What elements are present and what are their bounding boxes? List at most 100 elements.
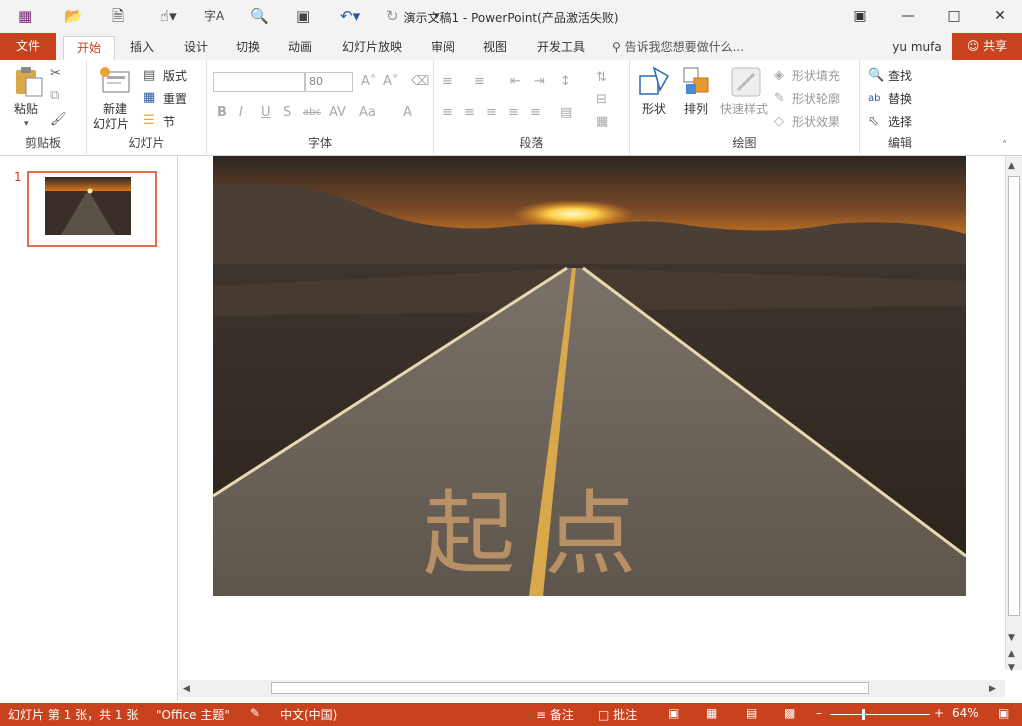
increase-indent-icon[interactable]: ⇥ bbox=[534, 74, 545, 90]
paste-dropdown-icon[interactable]: ▾ bbox=[24, 116, 29, 132]
share-button[interactable]: ☺ 共享 bbox=[952, 33, 1022, 60]
bullets-icon[interactable]: ≡ bbox=[442, 74, 453, 90]
new-slide-label2[interactable]: 幻灯片 bbox=[93, 115, 129, 132]
zoom-slider-track[interactable] bbox=[830, 714, 930, 715]
scroll-down-icon[interactable]: ▼ bbox=[1008, 630, 1015, 646]
text-direction-icon[interactable]: ⇅ bbox=[596, 70, 607, 86]
scroll-left-icon[interactable]: ◀ bbox=[183, 681, 190, 697]
tab-file[interactable]: 文件 bbox=[0, 33, 56, 60]
new-slide-icon[interactable] bbox=[99, 66, 131, 98]
shape-fill-button[interactable]: 形状填充 bbox=[792, 67, 840, 84]
next-slide-icon[interactable]: ▼ bbox=[1008, 660, 1015, 676]
bold-icon[interactable]: B bbox=[217, 105, 227, 121]
underline-icon[interactable]: U bbox=[261, 105, 271, 121]
zoom-in-icon[interactable]: + bbox=[934, 706, 944, 720]
line-spacing-icon[interactable]: ↕ bbox=[560, 74, 571, 90]
align-right-icon[interactable]: ≡ bbox=[486, 105, 497, 121]
section-button[interactable]: 节 bbox=[163, 113, 175, 130]
tab-view[interactable]: 视图 bbox=[472, 36, 518, 60]
align-left-icon[interactable]: ≡ bbox=[442, 105, 453, 121]
shapes-button[interactable]: 形状 bbox=[642, 100, 666, 117]
font-size-combo[interactable]: 80 bbox=[305, 72, 353, 92]
select-button[interactable]: 选择 bbox=[888, 113, 912, 130]
reset-icon[interactable]: ▦ bbox=[143, 90, 155, 106]
slide-edit-area[interactable]: 起 点 bbox=[179, 156, 1005, 670]
zoom-level[interactable]: 64% bbox=[952, 706, 979, 720]
maximize-icon[interactable]: □ bbox=[939, 4, 969, 28]
select-icon[interactable]: ⬁ bbox=[868, 114, 879, 130]
tab-design[interactable]: 设计 bbox=[172, 36, 220, 60]
grow-font-icon[interactable]: A˄ bbox=[361, 74, 376, 90]
tab-transitions[interactable]: 切换 bbox=[224, 36, 272, 60]
language-status[interactable]: 中文(中国) bbox=[280, 706, 337, 723]
road-sunset-image[interactable]: 起 点 bbox=[213, 156, 966, 596]
shape-effects-button[interactable]: 形状效果 bbox=[792, 113, 840, 130]
arrange-icon[interactable] bbox=[682, 66, 714, 98]
decrease-indent-icon[interactable]: ⇤ bbox=[510, 74, 521, 90]
minimize-icon[interactable]: — bbox=[893, 4, 923, 28]
arrange-button[interactable]: 排列 bbox=[684, 100, 708, 117]
align-center-icon[interactable]: ≡ bbox=[464, 105, 475, 121]
smartart-icon[interactable]: ▦ bbox=[596, 114, 608, 130]
cut-icon[interactable]: ✂ bbox=[50, 66, 61, 82]
align-text-icon[interactable]: ⊟ bbox=[596, 92, 607, 108]
close-icon[interactable]: ✕ bbox=[985, 4, 1015, 28]
distributed-icon[interactable]: ≡ bbox=[530, 105, 541, 121]
char-spacing-icon[interactable]: AV bbox=[329, 105, 346, 121]
font-name-combo[interactable] bbox=[213, 72, 305, 92]
collapse-ribbon-icon[interactable]: ˄ bbox=[1002, 138, 1007, 154]
vertical-scrollbar[interactable]: ▲ ▼ ▲ ▼ bbox=[1005, 156, 1022, 673]
shape-outline-button[interactable]: 形状轮廓 bbox=[792, 90, 840, 107]
clear-format-icon[interactable]: ⌫ bbox=[411, 74, 429, 90]
zoom-slider-thumb[interactable] bbox=[862, 709, 865, 720]
replace-icon[interactable]: ab bbox=[868, 91, 880, 107]
find-icon[interactable]: 🔍 bbox=[868, 68, 884, 84]
comments-button[interactable]: □ 批注 bbox=[598, 706, 637, 723]
format-painter-icon[interactable]: 🖌 bbox=[50, 112, 67, 128]
horizontal-scroll-thumb[interactable] bbox=[271, 682, 869, 694]
tab-review[interactable]: 审阅 bbox=[420, 36, 466, 60]
reading-view-icon[interactable]: ▤ bbox=[746, 706, 757, 720]
numbering-icon[interactable]: ≡ bbox=[474, 74, 485, 90]
shrink-font-icon[interactable]: A˅ bbox=[383, 74, 398, 90]
find-button[interactable]: 查找 bbox=[888, 67, 912, 84]
justify-icon[interactable]: ≡ bbox=[508, 105, 519, 121]
paste-button[interactable]: 粘贴 bbox=[14, 100, 38, 117]
tab-home[interactable]: 开始 bbox=[63, 36, 115, 60]
slide-thumbnail[interactable] bbox=[27, 171, 157, 247]
tab-developer[interactable]: 开发工具 bbox=[528, 36, 594, 60]
tab-slideshow[interactable]: 幻灯片放映 bbox=[336, 36, 408, 60]
shape-outline-icon[interactable]: ✎ bbox=[774, 91, 785, 107]
user-name[interactable]: yu mufa bbox=[884, 36, 950, 60]
italic-icon[interactable]: I bbox=[239, 105, 243, 121]
change-case-icon[interactable]: Aa bbox=[359, 105, 376, 121]
normal-view-icon[interactable]: ▣ bbox=[668, 706, 679, 720]
layout-button[interactable]: 版式 bbox=[163, 67, 187, 84]
shape-effects-icon[interactable]: ◇ bbox=[774, 114, 784, 130]
slide-canvas[interactable]: 起 点 bbox=[213, 156, 966, 596]
horizontal-scrollbar[interactable]: ◀ ▶ bbox=[179, 680, 1005, 697]
vertical-scroll-thumb[interactable] bbox=[1008, 176, 1020, 616]
copy-icon[interactable]: ⧉ bbox=[50, 88, 59, 104]
ribbon-display-icon[interactable]: ▣ bbox=[845, 4, 875, 28]
layout-icon[interactable]: ▤ bbox=[143, 68, 155, 84]
fit-slide-icon[interactable]: ▣ bbox=[998, 706, 1009, 720]
tab-animations[interactable]: 动画 bbox=[276, 36, 324, 60]
scroll-up-icon[interactable]: ▲ bbox=[1008, 158, 1015, 174]
quick-styles-icon[interactable] bbox=[730, 66, 762, 98]
accessibility-icon[interactable]: ✎ bbox=[250, 706, 260, 720]
columns-icon[interactable]: ▤ bbox=[560, 105, 572, 121]
zoom-out-icon[interactable]: – bbox=[816, 706, 822, 720]
shape-fill-icon[interactable]: ◈ bbox=[774, 68, 784, 84]
font-color-icon[interactable]: A bbox=[403, 105, 412, 121]
reset-button[interactable]: 重置 bbox=[163, 90, 187, 107]
shadow-icon[interactable]: S bbox=[283, 105, 291, 121]
paste-icon[interactable] bbox=[12, 66, 44, 98]
section-icon[interactable]: ☰ bbox=[143, 113, 155, 129]
tell-me-box[interactable]: ⚲ 告诉我您想要做什么... bbox=[612, 36, 762, 60]
scroll-right-icon[interactable]: ▶ bbox=[989, 681, 996, 697]
tab-insert[interactable]: 插入 bbox=[118, 36, 166, 60]
slide-sorter-icon[interactable]: ▦ bbox=[706, 706, 717, 720]
road-text[interactable]: 起 点 bbox=[423, 481, 636, 588]
quick-styles-button[interactable]: 快速样式 bbox=[720, 100, 768, 117]
